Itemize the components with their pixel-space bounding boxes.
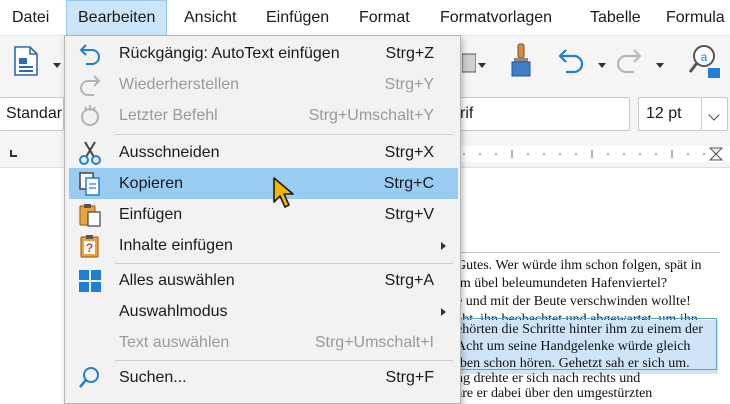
clone-formatting-icon[interactable] xyxy=(462,52,476,74)
paste-special-icon: ? xyxy=(80,235,99,258)
menu-item-label: Letzter Befehl xyxy=(119,107,218,124)
redo-icon xyxy=(616,49,642,74)
ruler-ticks xyxy=(463,147,724,161)
menu-item-label: Inhalte einfügen xyxy=(119,237,233,254)
menu-item-shortcut: Strg+C xyxy=(383,175,434,192)
find-replace-icon[interactable]: a xyxy=(688,42,722,80)
menu-bearbeiten[interactable]: Bearbeiten xyxy=(66,0,168,36)
new-document-dropdown-icon[interactable] xyxy=(53,63,61,68)
menu-item-label: Rückgängig: AutoText einfügen xyxy=(119,45,340,62)
menu-item-find[interactable]: Suchen... Strg+F xyxy=(69,362,458,393)
menu-item-undo[interactable]: Rückgängig: AutoText einfügen Strg+Z xyxy=(69,38,458,69)
menu-item-label: Ausschneiden xyxy=(119,144,220,161)
menu-item-select-text: Text auswählen Strg+Umschalt+I xyxy=(69,327,458,358)
menu-item-cut[interactable]: Ausschneiden Strg+X xyxy=(69,137,458,168)
menu-item-copy[interactable]: Kopieren Strg+C xyxy=(69,168,458,199)
scissors-icon xyxy=(79,141,101,165)
menu-item-shortcut: Strg+Umschalt+I xyxy=(314,334,434,351)
submenu-arrow-icon xyxy=(441,308,446,316)
menu-tabelle[interactable]: Tabelle xyxy=(590,0,641,36)
edit-menu-dropdown: Rückgängig: AutoText einfügen Strg+Z Wie… xyxy=(64,35,461,404)
menu-separator xyxy=(115,360,453,361)
menu-item-paste[interactable]: Einfügen Strg+V xyxy=(69,199,458,230)
menu-item-redo: Wiederherstellen Strg+Y xyxy=(69,69,458,100)
ruler-strip[interactable] xyxy=(456,146,730,162)
undo-icon xyxy=(79,44,100,65)
new-document-icon[interactable] xyxy=(12,46,40,76)
redo-dropdown-icon xyxy=(656,63,664,68)
menu-item-shortcut: Strg+V xyxy=(384,206,434,223)
menu-item-shortcut: Strg+Y xyxy=(384,76,434,93)
repeat-icon xyxy=(81,105,99,126)
menu-item-shortcut: Strg+Umschalt+Y xyxy=(308,107,434,124)
paragraph-style-combo[interactable]: Standar xyxy=(0,97,64,131)
menu-item-label: Kopieren xyxy=(119,175,184,192)
undo-dropdown-icon[interactable] xyxy=(598,63,606,68)
mouse-pointer-icon xyxy=(273,177,294,208)
menu-ansicht[interactable]: Ansicht xyxy=(184,0,236,36)
menu-item-label: Einfügen xyxy=(119,206,183,223)
font-size-combo[interactable]: 12 pt xyxy=(638,97,702,131)
menu-item-label: Text auswählen xyxy=(119,334,230,351)
svg-text:a: a xyxy=(701,50,708,64)
menu-item-label: Alles auswählen xyxy=(119,272,235,289)
document-line[interactable]: im übel beleumundeten Hafenviertel? xyxy=(456,274,730,294)
font-size-dropdown-icon[interactable] xyxy=(702,97,728,131)
menu-item-label: Auswahlmodus xyxy=(119,303,228,320)
select-all-icon xyxy=(79,270,101,292)
menu-item-label: Wiederherstellen xyxy=(119,76,240,93)
svg-text:?: ? xyxy=(86,241,93,255)
document-line[interactable]: äre er dabei über den umgestürzten xyxy=(456,384,730,404)
menu-item-shortcut: Strg+X xyxy=(384,144,434,161)
menu-separator xyxy=(115,263,453,264)
search-icon xyxy=(79,367,99,388)
undo-icon[interactable] xyxy=(556,46,586,74)
menu-item-shortcut: Strg+A xyxy=(384,272,434,289)
menu-einfuegen[interactable]: Einfügen xyxy=(266,0,329,36)
menu-formatvorlagen[interactable]: Formatvorlagen xyxy=(440,0,552,36)
menu-bar: Datei Bearbeiten Ansicht Einfügen Format… xyxy=(0,0,730,36)
document-line[interactable]: Gutes. Wer würde ihm schon folgen, spät … xyxy=(456,256,730,276)
menu-format[interactable]: Format xyxy=(359,0,410,36)
menu-item-select-all[interactable]: Alles auswählen Strg+A xyxy=(69,265,458,296)
copy-icon xyxy=(79,172,100,196)
menu-item-shortcut: Strg+F xyxy=(385,369,434,386)
menu-item-paste-special[interactable]: ? Inhalte einfügen xyxy=(69,230,458,261)
menu-datei[interactable]: Datei xyxy=(12,0,49,36)
menu-item-label: Suchen... xyxy=(119,369,187,386)
menu-item-repeat: Letzter Befehl Strg+Umschalt+Y xyxy=(69,100,458,131)
font-name-combo[interactable]: rif xyxy=(456,97,630,131)
paintbrush-icon[interactable] xyxy=(508,42,534,78)
redo-icon xyxy=(80,75,101,96)
paste-dropdown-icon[interactable] xyxy=(478,63,486,68)
menu-item-shortcut: Strg+Z xyxy=(385,45,434,62)
tab-stop-icon[interactable] xyxy=(10,150,17,157)
submenu-arrow-icon xyxy=(441,242,446,250)
document-line[interactable]: e und mit der Beute verschwinden wollte! xyxy=(456,292,730,312)
menu-item-selection-mode[interactable]: Auswahlmodus xyxy=(69,296,458,327)
paste-icon xyxy=(79,204,101,227)
menu-formula[interactable]: Formula xyxy=(666,0,725,36)
menu-separator xyxy=(115,134,453,135)
